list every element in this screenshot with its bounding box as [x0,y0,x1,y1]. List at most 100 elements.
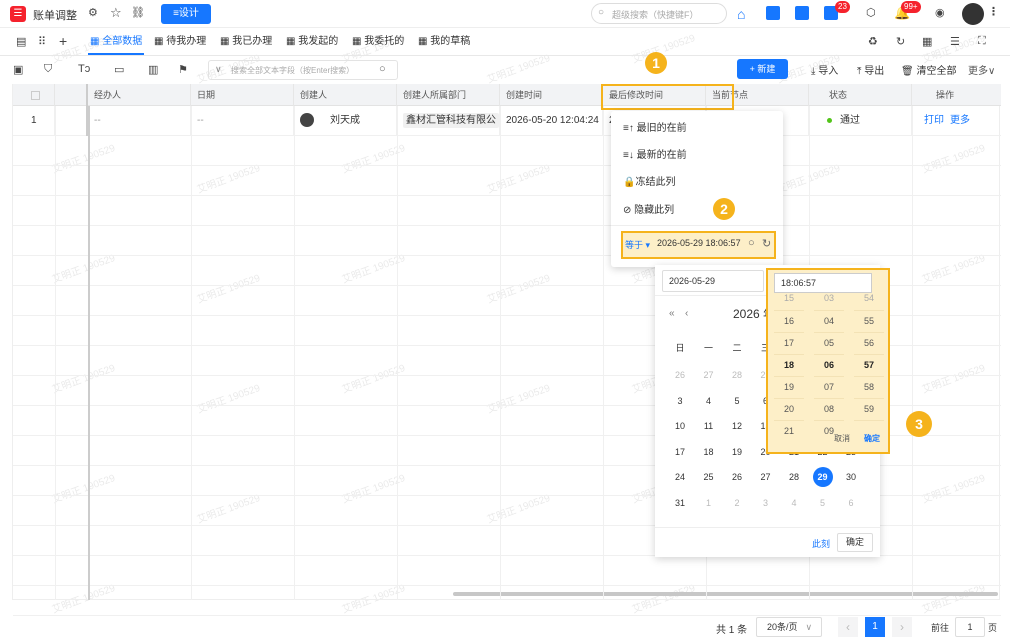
print-link[interactable]: 打印 [924,115,944,126]
chart-icon[interactable]: ▥ [148,63,158,76]
more-button[interactable]: 更多∨ [968,62,995,77]
search-icon[interactable]: ○ [748,237,755,249]
time-cell[interactable]: 55 [854,310,884,330]
page-size-select[interactable]: 20条/页 ∨ [756,617,822,637]
next-page-button[interactable]: › [892,617,912,637]
day-cell[interactable]: 19 [727,442,747,462]
help-icon[interactable]: ◉ [935,6,945,19]
filter-value-input[interactable]: 2026-05-29 18:06:57 [657,238,741,248]
day-cell[interactable]: 4 [699,391,719,411]
sort-newest-first[interactable]: ≡↓ 最新的在前 [623,146,687,166]
day-cell[interactable]: 2 [727,493,747,513]
avatar[interactable] [962,3,984,25]
export-button[interactable]: ⤒ 导出 [857,62,884,77]
day-cell[interactable]: 5 [727,391,747,411]
time-cell[interactable]: 56 [854,332,884,352]
link-icon[interactable]: ⛓ [131,6,145,19]
day-cell[interactable]: 26 [670,365,690,385]
kebab-icon[interactable]: ⋮ [988,5,999,18]
horizontal-scrollbar[interactable] [453,592,998,596]
design-button[interactable]: ≡设计 [161,4,211,24]
date-input[interactable]: 2026-05-29 [662,270,764,292]
table-row[interactable]: 1 -- -- 刘天成 鑫材汇管科技有限公 2026-05-20 12:04:2… [13,106,1001,136]
settings-icon[interactable]: ⚙ [88,6,98,19]
form-icon[interactable]: ▣ [13,63,23,76]
day-cell[interactable]: 3 [756,493,776,513]
select-all-header[interactable] [13,84,55,106]
goto-page-input[interactable]: 1 [955,617,985,637]
column-header-date[interactable]: 日期 [191,84,294,106]
day-cell[interactable]: 28 [784,467,804,487]
column-header-handler[interactable]: 经办人 [88,84,191,106]
refresh-icon[interactable]: ↻ [896,35,905,48]
list-search-icon[interactable]: ☰ [950,35,960,48]
day-cell[interactable]: 28 [727,365,747,385]
now-button[interactable]: 此刻 [812,537,830,550]
hide-column[interactable]: ⊘ 隐藏此列 [623,201,674,221]
day-cell[interactable]: 11 [699,416,719,436]
profile-hex-icon[interactable]: ⬡ [866,6,876,19]
add-tab-icon[interactable]: + [59,33,67,49]
tab-4[interactable]: ▦ 我委托的 [350,28,406,55]
global-search-input[interactable]: ○ 超级搜索（快捷键F） [591,3,727,24]
column-header-created-at[interactable]: 创建时间 [500,84,603,106]
day-cell[interactable]: 4 [784,493,804,513]
filter-icon[interactable]: ⛉ [44,63,52,76]
column-header-status[interactable]: 状态 [809,84,912,106]
page-1-button[interactable]: 1 [865,617,885,637]
day-cell[interactable]: 24 [670,467,690,487]
time-cell-selected[interactable]: 18 [774,354,804,374]
prev-page-button[interactable]: ‹ [838,617,858,637]
new-button[interactable]: + 新建 [737,59,788,79]
day-cell[interactable]: 31 [670,493,690,513]
day-cell[interactable]: 27 [699,365,719,385]
column-header-department[interactable]: 创建人所属部门 [397,84,500,106]
filter-operator[interactable]: 等于 ▾ [625,238,650,251]
day-cell[interactable]: 26 [727,467,747,487]
day-cell[interactable]: 3 [670,391,690,411]
tab-0[interactable]: ▦ 全部数据 [88,28,145,55]
reset-icon[interactable]: ↻ [762,237,771,250]
layout-icon[interactable]: ▤ [16,35,26,48]
time-cell[interactable]: 03 [814,292,844,304]
day-cell-selected[interactable]: 29 [812,467,833,487]
day-cell[interactable]: 10 [670,416,690,436]
time-cell[interactable]: 21 [774,420,804,440]
drag-icon[interactable]: ⠿ [38,35,46,48]
time-cell-selected[interactable]: 06 [814,354,844,374]
clear-all-button[interactable]: 🗑 清空全部 [901,62,956,77]
app-menu-icon[interactable]: ☰ [10,6,26,22]
home-icon[interactable]: ⌂ [737,6,745,22]
tab-3[interactable]: ▦ 我发起的 [284,28,340,55]
import-button[interactable]: ⤓ 导入 [811,62,838,77]
recycle-icon[interactable]: ♻ [868,35,878,48]
fullscreen-icon[interactable]: ⛶ [978,35,986,48]
date-ok-button[interactable]: 确定 [837,533,873,552]
report-icon[interactable]: ▦ [922,35,932,48]
day-cell[interactable]: 30 [841,467,861,487]
contacts-icon[interactable] [766,6,780,20]
day-cell[interactable]: 1 [699,493,719,513]
day-cell[interactable]: 27 [756,467,776,487]
time-input[interactable]: 18:06:57 [774,273,872,293]
time-cell[interactable]: 17 [774,332,804,352]
day-cell[interactable]: 25 [699,467,719,487]
column-header-creator[interactable]: 创建人 [294,84,397,106]
time-cell[interactable]: 08 [814,398,844,418]
tab-2[interactable]: ▦ 我已办理 [218,28,274,55]
time-cell[interactable]: 20 [774,398,804,418]
time-cell[interactable]: 04 [814,310,844,330]
star-icon[interactable]: ☆ [110,5,122,21]
calendar-view-icon[interactable]: ▭ [114,63,124,76]
text-size-icon[interactable]: Tↄ [78,63,90,75]
time-cell[interactable]: 54 [854,292,884,304]
time-cancel-button[interactable]: 取消 [834,433,850,444]
more-link[interactable]: 更多 [950,115,970,126]
time-cell[interactable]: 19 [774,376,804,396]
time-cell[interactable]: 05 [814,332,844,352]
day-cell[interactable]: 5 [813,493,833,513]
time-cell[interactable]: 15 [774,292,804,304]
day-cell[interactable]: 6 [841,493,861,513]
day-cell[interactable]: 12 [727,416,747,436]
search-icon[interactable]: ○ [379,63,386,75]
